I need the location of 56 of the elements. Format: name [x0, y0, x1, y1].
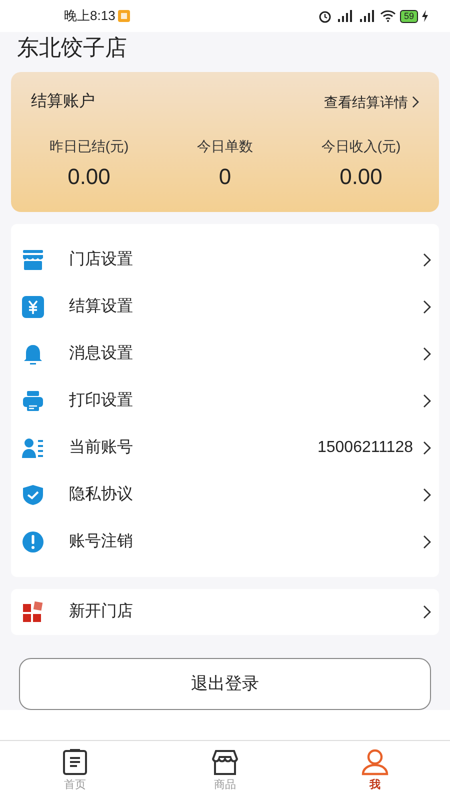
account-number: 15006211128: [317, 438, 413, 458]
user-list-icon: [22, 436, 44, 458]
tab-item[interactable]: 我: [300, 741, 450, 800]
settings-row[interactable]: 消息设置: [11, 330, 439, 377]
chevron-right-icon: [423, 252, 431, 266]
settings-label: 门店设置: [69, 250, 134, 270]
chevron-right-icon: [423, 440, 431, 454]
settings-label: 当前账号: [69, 438, 134, 458]
card-title: 结算账户: [31, 92, 95, 112]
stat-label: 昨日已结(元): [49, 137, 129, 156]
settings-row[interactable]: 隐私协议: [11, 471, 439, 518]
settings-row[interactable]: 门店设置: [11, 236, 439, 283]
notification-icon: [118, 10, 130, 22]
chevron-right-icon: [412, 96, 419, 108]
stat-value: 0: [218, 163, 232, 191]
exclamation-circle-icon: [22, 530, 44, 552]
settings-label: 打印设置: [69, 390, 134, 410]
settlement-details-link[interactable]: 查看结算详情: [324, 92, 419, 112]
wifi-icon: [380, 10, 396, 22]
chevron-right-icon: [423, 300, 431, 314]
logout-button[interactable]: 退出登录: [19, 658, 431, 710]
settings-row[interactable]: 当前账号 15006211128: [11, 424, 439, 471]
new-store-label: 新开门店: [69, 602, 134, 622]
printer-icon: [22, 390, 44, 412]
bell-icon: [22, 342, 44, 364]
settings-row[interactable]: 账号注销: [11, 518, 439, 565]
settings-label: 隐私协议: [69, 484, 134, 504]
settings-label: 消息设置: [69, 344, 134, 364]
shield-check-icon: [22, 484, 44, 506]
stat-label: 今日收入(元): [321, 137, 401, 156]
settings-row[interactable]: 打印设置: [11, 377, 439, 424]
alarm-icon: [318, 9, 332, 23]
settings-label: 账号注销: [69, 532, 134, 552]
settings-row[interactable]: 结算设置: [11, 283, 439, 330]
document-icon: [61, 748, 89, 776]
chevron-right-icon: [423, 346, 431, 360]
signal-icon: [336, 10, 354, 22]
battery-indicator: 59: [400, 10, 418, 22]
stat-label: 今日单数: [197, 137, 253, 156]
storefront-icon: [211, 748, 239, 776]
new-store-row[interactable]: 新开门店: [11, 589, 439, 635]
status-time: 晚上8:13: [64, 7, 116, 26]
chevron-right-icon: [423, 534, 431, 548]
stat-value: 0.00: [68, 163, 110, 191]
chevron-right-icon: [423, 394, 431, 408]
store-name: 东北饺子店: [17, 35, 127, 60]
blocks-icon: [22, 601, 44, 623]
charging-icon: [422, 10, 428, 22]
settings-label: 结算设置: [69, 296, 134, 316]
storefront-icon: [22, 248, 44, 270]
signal-icon: [358, 10, 376, 22]
chevron-right-icon: [423, 488, 431, 502]
person-icon: [361, 748, 389, 776]
stat-value: 0.00: [340, 163, 382, 191]
yen-icon: [22, 296, 44, 318]
chevron-right-icon: [423, 605, 431, 619]
